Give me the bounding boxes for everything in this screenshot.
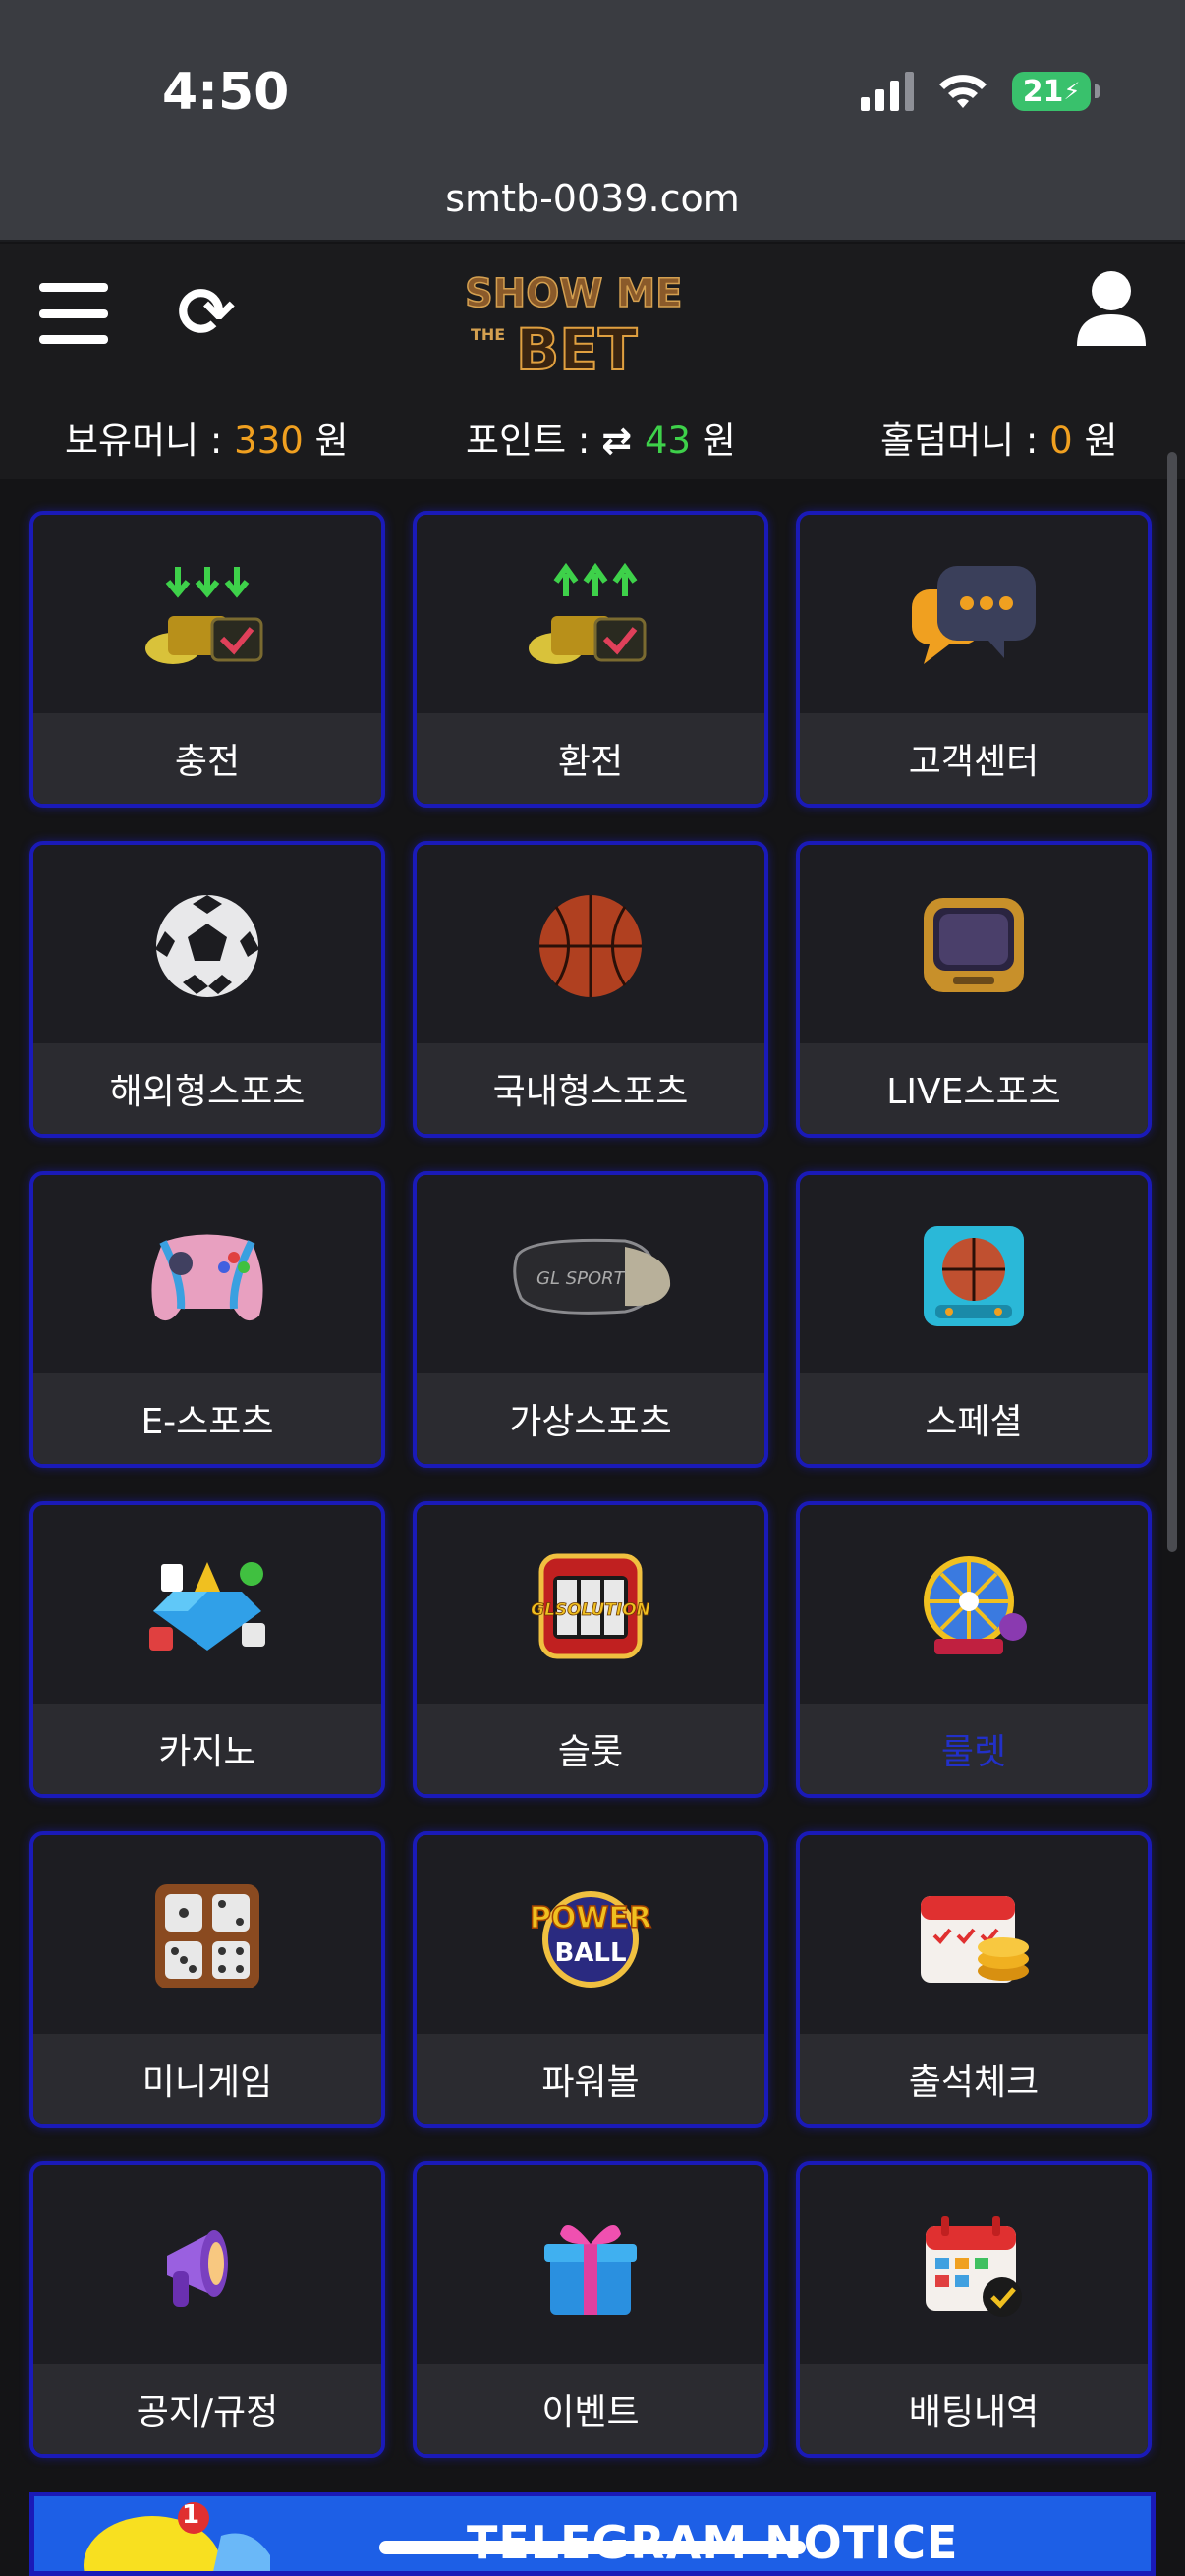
battery-level: 21 [1022,74,1064,109]
menu-tile-powerball[interactable]: POWER BALL 파워볼 [413,1831,768,2128]
menu-tile-label: 국내형스포츠 [417,1043,764,1134]
coin-deposit-icon [33,515,381,717]
casino-gem-icon [33,1505,381,1708]
menu-tile-label: 파워볼 [417,2034,764,2124]
status-time: 4:50 [162,63,290,122]
arcade-basketball-icon [800,1175,1148,1377]
money-unit: 원 [303,420,349,462]
menu-tile-casino[interactable]: 카지노 [29,1501,385,1798]
menu-tile-withdraw[interactable]: 환전 [413,511,768,808]
point-unit: 원 [691,420,736,462]
menu-tile-virtual-sports[interactable]: GL SPORT 가상스포츠 [413,1171,768,1468]
svg-text:POWER: POWER [530,1901,651,1935]
menu-tile-label: 카지노 [33,1704,381,1794]
roulette-wheel-icon [800,1505,1148,1708]
battery-icon: 21 ⚡ [1012,72,1100,111]
powerball-icon: POWER BALL [417,1835,764,2038]
menu-tile-label: 미니게임 [33,2034,381,2124]
holdem-label: 홀덤머니 : [880,420,1050,462]
basketball-icon [417,845,764,1047]
refresh-icon[interactable]: ⟳ [167,273,246,352]
point-balance: 포인트 : ⇄ 43 원 [466,411,736,464]
app-header: ⟳ SHOW ME THE BET 보유머니 : 330 원 포인트 : ⇄ 4… [0,244,1185,479]
svg-text:BALL: BALL [554,1938,626,1968]
menu-tile-label: 룰렛 [800,1704,1148,1794]
menu-tile-roulette[interactable]: 룰렛 [796,1501,1152,1798]
menu-tile-label: 가상스포츠 [417,1373,764,1464]
soccer-ball-icon [33,845,381,1047]
status-icons: 21 ⚡ [861,71,1100,112]
menu-tile-domestic-sports[interactable]: 국내형스포츠 [413,841,768,1138]
gift-box-icon [417,2165,764,2368]
cell-signal-icon [861,72,914,111]
menu-tile-bet-history[interactable]: 배팅내역 [796,2161,1152,2458]
megaphone-icon [33,2165,381,2368]
holdem-value: 0 [1049,420,1073,462]
menu-tile-label: 해외형스포츠 [33,1043,381,1134]
menu-tile-attendance[interactable]: 출석체크 [796,1831,1152,2128]
money-balance: 보유머니 : 330 원 [65,411,349,464]
menu-tile-support[interactable]: 고객센터 [796,511,1152,808]
slot-machine-icon: GLSOLUTION [417,1505,764,1708]
svg-text:GLSOLUTION: GLSOLUTION [532,1600,649,1620]
menu-tile-live-sports[interactable]: LIVE스포츠 [796,841,1152,1138]
tv-icon [800,845,1148,1047]
user-icon[interactable] [1077,269,1146,348]
menu-tile-label: 고객센터 [800,713,1148,804]
point-label: 포인트 : [466,420,602,462]
point-value: 43 [645,420,692,462]
menu-tile-label: 환전 [417,713,764,804]
menu-icon[interactable] [39,283,108,344]
menu-tile-notice[interactable]: 공지/규정 [29,2161,385,2458]
holdem-balance: 홀덤머니 : 0 원 [880,411,1118,464]
menu-tile-label: 배팅내역 [800,2364,1148,2454]
menu-tile-minigame[interactable]: 미니게임 [29,1831,385,2128]
calendar-check-icon [800,2165,1148,2368]
menu-tile-label: 슬롯 [417,1704,764,1794]
exchange-icon[interactable]: ⇄ [601,420,645,462]
scrollbar[interactable] [1167,452,1177,1552]
menu-tile-esports[interactable]: E-스포츠 [29,1171,385,1468]
telegram-banner[interactable]: 1 TELEGRAM NOTICE CHANNEL [29,2492,1156,2576]
coin-withdraw-icon [417,515,764,717]
mascot-icon [84,2502,270,2571]
svg-text:GL SPORT: GL SPORT [536,1268,627,1289]
vr-headset-icon: GL SPORT [417,1175,764,1377]
menu-tile-label: LIVE스포츠 [800,1043,1148,1134]
wifi-icon [939,75,987,108]
menu-tile-label: 출석체크 [800,2034,1148,2124]
status-bar: 4:50 21 ⚡ [0,0,1185,157]
home-indicator[interactable] [379,2541,806,2554]
menu-tile-label: 충전 [33,713,381,804]
chat-bubble-icon [800,515,1148,717]
site-logo[interactable]: SHOW ME THE BET [457,263,727,379]
balance-bar: 보유머니 : 330 원 포인트 : ⇄ 43 원 홀덤머니 : 0 원 [0,401,1185,462]
menu-tile-overseas-sports[interactable]: 해외형스포츠 [29,841,385,1138]
gamepad-icon [33,1175,381,1377]
menu-tile-slot[interactable]: GLSOLUTION 슬롯 [413,1501,768,1798]
svg-text:SHOW ME: SHOW ME [465,271,682,316]
money-label: 보유머니 : [65,420,235,462]
menu-tile-event[interactable]: 이벤트 [413,2161,768,2458]
svg-text:BET: BET [516,316,638,379]
money-value: 330 [234,420,304,462]
url-text: smtb-0039.com [445,177,740,220]
svg-text:THE: THE [471,325,505,344]
calendar-coins-icon [800,1835,1148,2038]
menu-tile-label: 스페셜 [800,1373,1148,1464]
menu-tile-label: 이벤트 [417,2364,764,2454]
menu-tile-special[interactable]: 스페셜 [796,1171,1152,1468]
menu-tile-deposit[interactable]: 충전 [29,511,385,808]
holdem-unit: 원 [1072,420,1118,462]
menu-tile-label: E-스포츠 [33,1373,381,1464]
dice-board-icon [33,1835,381,2038]
menu-tile-label: 공지/규정 [33,2364,381,2454]
notification-badge: 1 [182,2500,200,2530]
browser-url-bar[interactable]: smtb-0039.com [0,157,1185,242]
